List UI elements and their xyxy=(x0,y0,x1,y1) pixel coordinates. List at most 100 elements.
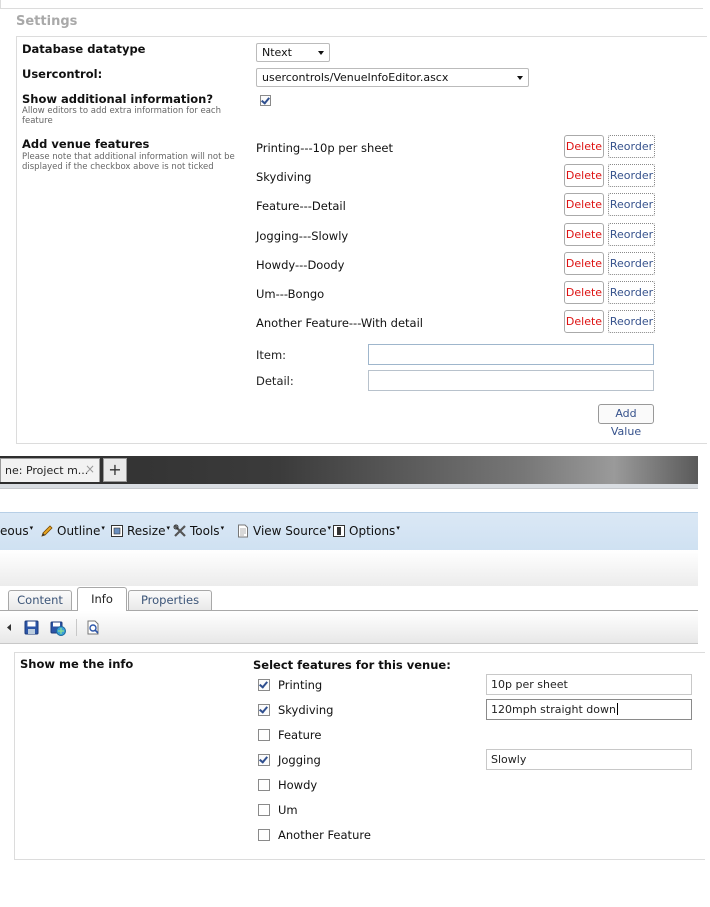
misc-menu-label: eous xyxy=(0,524,29,538)
feature-item-text: Another Feature---With detail xyxy=(256,316,423,330)
dropdown-arrow-icon: ▾ xyxy=(166,524,170,532)
tab-content[interactable]: Content xyxy=(8,590,72,610)
add-features-label: Add venue features xyxy=(22,137,150,151)
view-source-menu[interactable]: View Source▾ xyxy=(236,524,331,538)
feature-checkbox[interactable] xyxy=(258,804,270,816)
feature-name: Printing xyxy=(278,678,323,692)
dropdown-arrow-icon: ▾ xyxy=(101,524,105,532)
dropdown-arrow-icon: ▾ xyxy=(29,524,34,532)
database-datatype-label: Database datatype xyxy=(22,42,146,56)
usercontrol-select[interactable]: usercontrols/VenueInfoEditor.ascx xyxy=(256,68,529,87)
feature-detail-input[interactable]: Slowly xyxy=(486,749,692,770)
chevron-down-icon xyxy=(318,51,324,55)
select-features-heading: Select features for this venue: xyxy=(253,658,451,672)
view-source-menu-label: View Source xyxy=(253,524,327,538)
info-property-label: Show me the info xyxy=(20,657,134,671)
database-datatype-select[interactable]: Ntext xyxy=(256,43,330,62)
feature-checkbox[interactable] xyxy=(258,704,270,716)
new-tab-button[interactable]: + xyxy=(103,458,127,482)
feature-item-text: Howdy---Doody xyxy=(256,258,345,272)
toolbar-divider xyxy=(76,619,77,636)
detail-label: Detail: xyxy=(256,374,294,388)
show-info-checkbox[interactable] xyxy=(260,95,271,106)
feature-checkbox[interactable] xyxy=(258,829,270,841)
reorder-button[interactable]: Reorder xyxy=(608,310,655,333)
feature-checkbox[interactable] xyxy=(258,729,270,741)
item-input[interactable] xyxy=(368,344,654,365)
item-label: Item: xyxy=(256,348,287,362)
header-band xyxy=(0,550,698,586)
arrow-left-icon[interactable] xyxy=(6,620,12,635)
reorder-button[interactable]: Reorder xyxy=(608,164,655,187)
feature-name: Feature xyxy=(278,728,322,742)
editor-icon-bar xyxy=(0,611,698,644)
database-datatype-value: Ntext xyxy=(262,46,292,59)
resize-icon xyxy=(111,525,123,537)
outline-menu-label: Outline xyxy=(57,524,101,538)
tab-info[interactable]: Info xyxy=(77,587,127,611)
options-menu[interactable]: Options▾ xyxy=(332,524,400,538)
delete-button[interactable]: Delete xyxy=(564,164,604,187)
feature-name: Jogging xyxy=(278,753,321,767)
delete-button[interactable]: Delete xyxy=(564,193,604,216)
usercontrol-value: usercontrols/VenueInfoEditor.ascx xyxy=(262,71,449,84)
feature-item-text: Feature---Detail xyxy=(256,199,346,213)
save-publish-icon[interactable] xyxy=(50,620,66,636)
dropdown-arrow-icon: ▾ xyxy=(396,524,400,532)
tools-menu[interactable]: Tools▾ xyxy=(173,524,224,538)
feature-name: Another Feature xyxy=(278,828,371,842)
browser-tab-title: ne: Project m... xyxy=(5,464,89,477)
options-menu-label: Options xyxy=(349,524,396,538)
resize-menu-label: Resize xyxy=(127,524,166,538)
chevron-down-icon xyxy=(517,76,523,80)
usercontrol-label: Usercontrol: xyxy=(22,67,103,81)
add-features-description: Please note that additional information … xyxy=(22,152,235,172)
feature-name: Skydiving xyxy=(278,703,334,717)
delete-button[interactable]: Delete xyxy=(564,135,604,158)
devtools-toolbar: eous▾ Outline▾ Resize▾ Tools▾ View Sourc… xyxy=(0,512,698,551)
browser-toolbar-strip xyxy=(0,484,698,489)
reorder-button[interactable]: Reorder xyxy=(608,135,655,158)
show-info-description: Allow editors to add extra information f… xyxy=(22,106,221,126)
outline-menu[interactable]: Outline▾ xyxy=(40,524,105,538)
delete-button[interactable]: Delete xyxy=(564,310,604,333)
misc-menu[interactable]: eous▾ xyxy=(0,524,33,538)
delete-button[interactable]: Delete xyxy=(564,252,604,275)
delete-button[interactable]: Delete xyxy=(564,281,604,304)
dropdown-arrow-icon: ▾ xyxy=(327,524,332,532)
document-icon xyxy=(238,524,248,538)
feature-item-text: Skydiving xyxy=(256,170,312,184)
feature-checkbox[interactable] xyxy=(258,754,270,766)
feature-detail-input[interactable]: 10p per sheet xyxy=(486,674,692,695)
pencil-icon xyxy=(41,525,53,537)
save-icon[interactable] xyxy=(24,620,39,635)
feature-item-text: Jogging---Slowly xyxy=(256,229,349,243)
tab-properties[interactable]: Properties xyxy=(128,590,212,610)
tools-menu-label: Tools xyxy=(190,524,220,538)
close-icon[interactable]: × xyxy=(85,462,95,476)
tools-icon xyxy=(173,524,186,537)
detail-input[interactable] xyxy=(368,370,654,391)
reorder-button[interactable]: Reorder xyxy=(608,193,655,216)
feature-checkbox[interactable] xyxy=(258,779,270,791)
feature-name: Howdy xyxy=(278,778,318,792)
feature-detail-input[interactable]: 120mph straight down xyxy=(486,699,692,720)
feature-name: Um xyxy=(278,803,298,817)
feature-checkbox[interactable] xyxy=(258,679,270,691)
resize-menu[interactable]: Resize▾ xyxy=(110,524,170,538)
top-panel-edge xyxy=(0,0,703,9)
feature-item-text: Printing---10p per sheet xyxy=(256,141,393,155)
dropdown-arrow-icon: ▾ xyxy=(220,524,225,532)
reorder-button[interactable]: Reorder xyxy=(608,252,655,275)
browser-tab[interactable]: ne: Project m... × xyxy=(0,458,100,482)
reorder-button[interactable]: Reorder xyxy=(608,281,655,304)
feature-item-text: Um---Bongo xyxy=(256,287,325,301)
options-icon xyxy=(333,525,345,537)
delete-button[interactable]: Delete xyxy=(564,223,604,246)
settings-heading: Settings xyxy=(16,14,78,29)
show-info-label: Show additional information? xyxy=(22,92,214,106)
add-value-button[interactable]: Add Value xyxy=(598,404,654,438)
reorder-button[interactable]: Reorder xyxy=(608,223,655,246)
text-cursor xyxy=(616,703,618,715)
preview-icon[interactable] xyxy=(86,620,101,635)
